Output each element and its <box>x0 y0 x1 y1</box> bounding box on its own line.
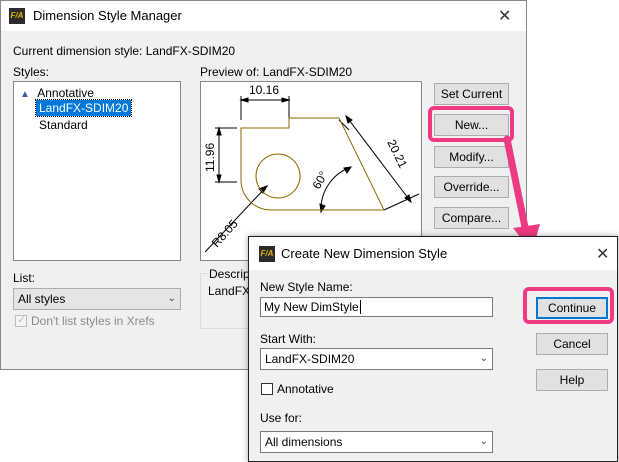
preview-panel: 10.16 11.96 20.21 60° R8.05 <box>200 81 422 261</box>
compare-button[interactable]: Compare... <box>434 207 509 229</box>
manager-title: Dimension Style Manager <box>33 8 182 23</box>
use-for-label: Use for: <box>260 411 303 425</box>
new-style-name-input[interactable]: My New DimStyle <box>260 297 493 317</box>
set-current-button[interactable]: Set Current <box>434 83 509 105</box>
preview-dim-diag: 20.21 <box>384 137 410 170</box>
app-icon: F/A <box>259 246 275 262</box>
modify-button[interactable]: Modify... <box>434 146 509 168</box>
text-cursor <box>359 300 361 314</box>
preview-dim-left: 11.96 <box>203 143 217 172</box>
annotative-checkbox[interactable] <box>261 383 273 395</box>
create-titlebar[interactable]: F/A Create New Dimension Style ✕ <box>249 237 617 270</box>
dont-list-xrefs-label: Don't list styles in Xrefs <box>31 314 155 328</box>
create-title: Create New Dimension Style <box>281 246 448 261</box>
start-with-label: Start With: <box>260 332 317 346</box>
manager-titlebar[interactable]: F/A Dimension Style Manager ✕ <box>1 1 526 31</box>
start-with-combo[interactable]: LandFX-SDIM20 ⌄ <box>260 348 493 370</box>
chevron-down-icon: ⌄ <box>167 293 176 304</box>
styles-listbox[interactable]: ▲ Annotative LandFX-SDIM20 Standard <box>13 81 181 261</box>
current-style-text: Current dimension style: LandFX-SDIM20 <box>13 44 236 58</box>
list-label: List: <box>13 271 36 285</box>
use-for-combo[interactable]: All dimensions ⌄ <box>260 431 493 453</box>
chevron-down-icon: ⌄ <box>479 353 488 364</box>
preview-drawing: 10.16 11.96 20.21 60° R8.05 <box>203 83 420 253</box>
list-item-standard[interactable]: Standard <box>39 118 88 132</box>
help-button[interactable]: Help <box>536 369 608 391</box>
new-button-highlight <box>428 106 514 142</box>
annotative-label: Annotative <box>277 382 334 396</box>
new-style-name-label: New Style Name: <box>260 280 353 294</box>
dont-list-xrefs-checkbox[interactable]: ✓ <box>15 314 27 327</box>
cancel-button[interactable]: Cancel <box>536 333 608 355</box>
manager-close-icon[interactable]: ✕ <box>498 6 511 26</box>
create-close-icon[interactable]: ✕ <box>596 244 609 264</box>
list-filter-combo[interactable]: All styles ⌄ <box>13 288 181 310</box>
continue-button-highlight <box>523 287 614 324</box>
app-icon: F/A <box>9 8 25 24</box>
create-new-dimension-style-dialog: F/A Create New Dimension Style ✕ New Sty… <box>248 236 618 462</box>
preview-dim-radius: R8.05 <box>209 217 241 250</box>
override-button[interactable]: Override... <box>434 176 509 198</box>
preview-dim-angle: 60° <box>309 169 330 192</box>
list-item-landfx-sdim20[interactable]: LandFX-SDIM20 <box>34 99 133 117</box>
list-item-annotative[interactable]: ▲ Annotative <box>20 86 94 100</box>
annotative-icon: ▲ <box>20 89 30 100</box>
chevron-down-icon: ⌄ <box>479 436 488 447</box>
preview-label: Preview of: LandFX-SDIM20 <box>200 65 353 79</box>
check-icon: ✓ <box>17 314 27 326</box>
preview-dim-top: 10.16 <box>249 83 279 97</box>
styles-label: Styles: <box>13 65 50 79</box>
